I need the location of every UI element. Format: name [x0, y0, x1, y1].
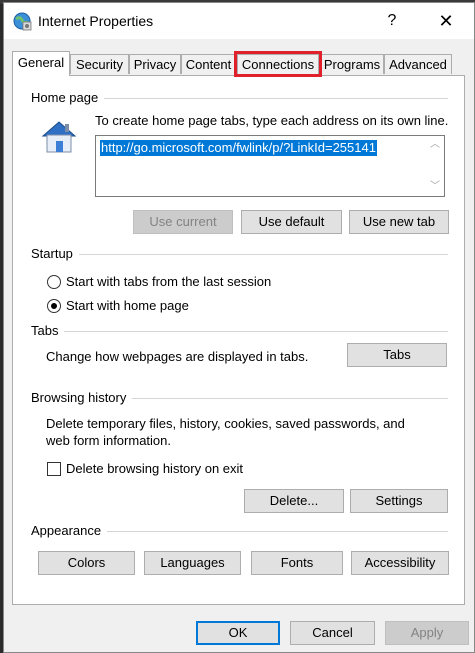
tab-security[interactable]: Security: [70, 54, 129, 74]
startup-group-line: [33, 254, 448, 255]
internet-properties-dialog: Internet Properties ? ✕ General Security…: [3, 2, 475, 653]
use-default-button[interactable]: Use default: [241, 210, 342, 234]
languages-button[interactable]: Languages: [144, 551, 241, 575]
general-tab-panel: Home page To create home page tabs, type…: [12, 75, 465, 605]
home-icon: [41, 121, 77, 153]
cancel-button[interactable]: Cancel: [290, 621, 375, 645]
colors-button[interactable]: Colors: [38, 551, 135, 575]
accessibility-button[interactable]: Accessibility: [351, 551, 449, 575]
settings-button[interactable]: Settings: [350, 489, 448, 513]
tabs-button[interactable]: Tabs: [347, 343, 447, 367]
home-page-url-text[interactable]: http://go.microsoft.com/fwlink/p/?LinkId…: [100, 140, 377, 156]
delete-on-exit-checkbox[interactable]: [47, 462, 61, 476]
appearance-group-label: Appearance: [31, 523, 108, 538]
home-page-description: To create home page tabs, type each addr…: [95, 113, 449, 128]
tab-privacy[interactable]: Privacy: [129, 54, 181, 74]
tab-content[interactable]: Content: [181, 54, 236, 74]
radio-last-session[interactable]: [47, 275, 61, 289]
ok-button[interactable]: OK: [196, 621, 280, 645]
title-bar: Internet Properties ? ✕: [4, 3, 474, 39]
browsing-history-group-label: Browsing history: [31, 390, 133, 405]
window-title: Internet Properties: [38, 13, 154, 29]
tabs-group-line: [33, 331, 448, 332]
home-page-url-textarea[interactable]: http://go.microsoft.com/fwlink/p/?LinkId…: [95, 135, 445, 197]
radio-home-page[interactable]: [47, 299, 61, 313]
tab-general[interactable]: General: [12, 51, 70, 76]
close-button[interactable]: ✕: [433, 9, 459, 33]
scroll-up-arrow-icon[interactable]: ︿: [428, 138, 442, 152]
use-new-tab-button[interactable]: Use new tab: [349, 210, 449, 234]
scroll-down-arrow-icon[interactable]: ﹀: [428, 180, 442, 194]
tabs-description: Change how webpages are displayed in tab…: [46, 349, 309, 364]
delete-on-exit-label[interactable]: Delete browsing history on exit: [66, 461, 243, 476]
startup-group-label: Startup: [31, 246, 79, 261]
use-current-button[interactable]: Use current: [133, 210, 233, 234]
help-button[interactable]: ?: [380, 9, 404, 33]
home-page-group-label: Home page: [31, 90, 105, 105]
radio-home-page-label[interactable]: Start with home page: [66, 298, 189, 313]
fonts-button[interactable]: Fonts: [251, 551, 343, 575]
radio-last-session-label[interactable]: Start with tabs from the last session: [66, 274, 271, 289]
apply-button[interactable]: Apply: [385, 621, 469, 645]
tab-programs[interactable]: Programs: [320, 54, 384, 74]
internet-options-icon: [13, 12, 32, 31]
browsing-history-description-line2: web form information.: [46, 433, 171, 448]
delete-button[interactable]: Delete...: [244, 489, 344, 513]
browsing-history-description-line1: Delete temporary files, history, cookies…: [46, 416, 405, 431]
tab-advanced[interactable]: Advanced: [384, 54, 452, 74]
tabs-group-label: Tabs: [31, 323, 65, 338]
tab-connections[interactable]: Connections: [234, 51, 322, 77]
